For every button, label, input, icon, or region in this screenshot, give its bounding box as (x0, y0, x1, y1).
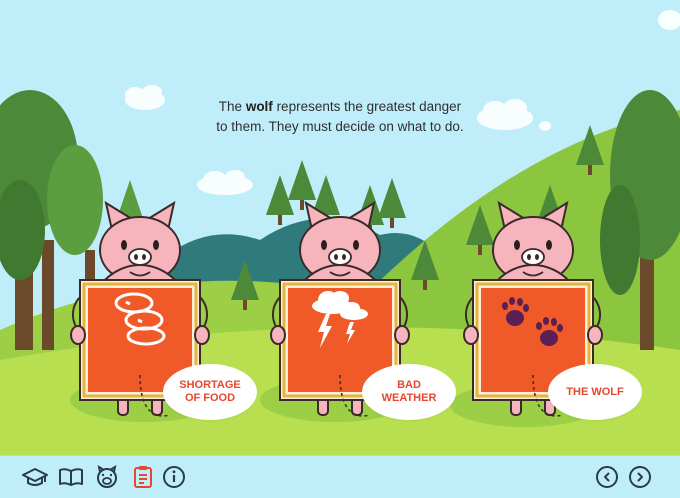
choice-bad-weather[interactable]: BAD WEATHER (362, 364, 456, 420)
caption-keyword: wolf (245, 99, 273, 114)
choice-shortage-of-food[interactable]: SHORTAGE OF FOOD (163, 364, 257, 420)
choice-label-line1: BAD (397, 379, 421, 391)
choice-label-line2: WEATHER (381, 392, 437, 404)
story-caption: The wolf represents the greatest danger … (216, 99, 464, 134)
pig-icon[interactable] (94, 464, 120, 490)
chevron-left-icon[interactable] (596, 466, 618, 488)
book-icon[interactable] (58, 464, 84, 490)
choice-label-line1: SHORTAGE (179, 379, 241, 391)
bottom-toolbar (0, 455, 680, 498)
scene-stage: The wolf represents the greatest danger … (0, 0, 680, 455)
choice-label-line1: THE WOLF (566, 385, 624, 398)
choice-label-line2: OF FOOD (184, 392, 236, 404)
choice-the-wolf[interactable]: THE WOLF (548, 364, 642, 420)
chevron-right-icon[interactable] (629, 466, 651, 488)
info-icon[interactable] (161, 464, 187, 490)
clipboard-icon[interactable] (130, 464, 156, 490)
graduation-cap-icon[interactable] (22, 464, 48, 490)
